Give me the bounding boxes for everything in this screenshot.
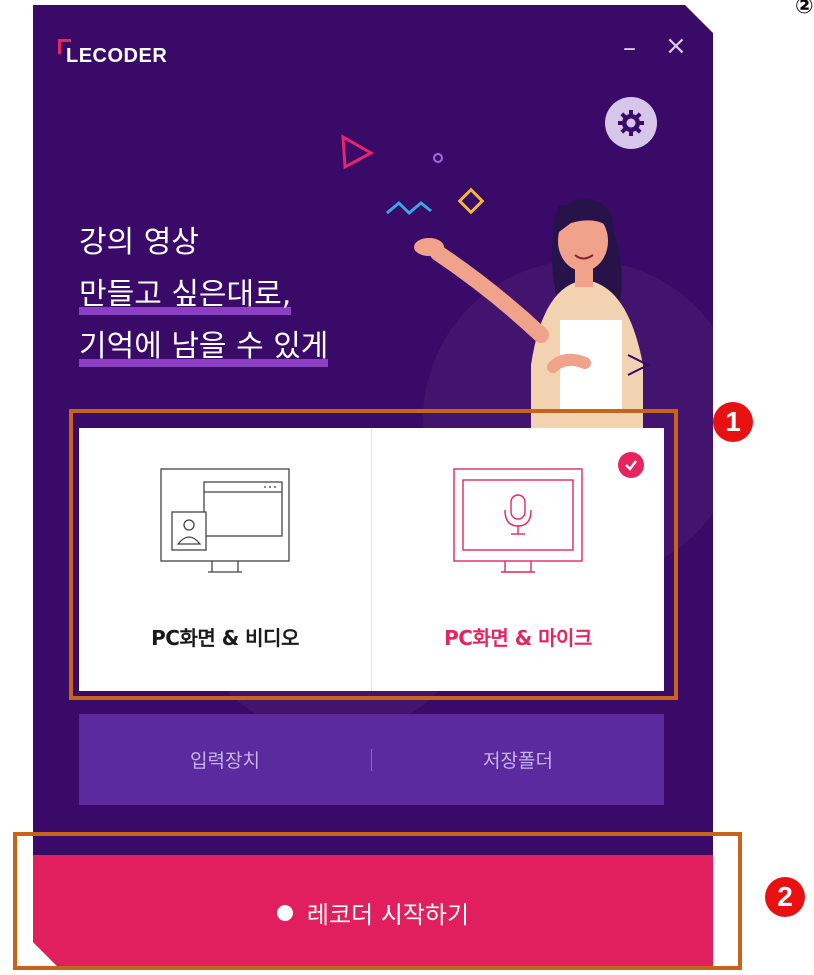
raised-arm [430, 245, 549, 343]
minimize-button[interactable]: – [623, 35, 636, 61]
save-folder-button[interactable]: 저장폴더 [372, 746, 664, 773]
headline-line-1: 강의 영상 [79, 225, 199, 260]
open-hand [414, 238, 444, 256]
zigzag-shape [386, 200, 432, 216]
presenter-illustration [341, 134, 651, 435]
close-button[interactable]: × [665, 33, 687, 59]
input-device-button[interactable]: 입력장치 [79, 746, 371, 773]
options-bar: 입력장치 저장폴더 [79, 714, 664, 805]
headline-line-3: 기억에 남을 수 있게 [79, 321, 329, 373]
close-icon: × [665, 31, 687, 61]
annotation-badge-2: 2 [765, 877, 805, 917]
diamond-shape [457, 187, 485, 215]
circle-shape [433, 153, 443, 163]
lecoder-logo: LECODER [58, 39, 168, 68]
logo-mark [58, 39, 71, 54]
triangle-shape [341, 134, 375, 170]
annotation-box-1 [69, 409, 678, 700]
headline-line-2: 만들고 싶은대로, [79, 269, 292, 321]
annotation-box-2 [13, 832, 742, 970]
minimize-icon: – [623, 33, 636, 63]
annotation-badge-1: 1 [713, 402, 753, 442]
annotation-corner-glyph: ② [795, 0, 814, 19]
logo-text: LECODER [66, 45, 168, 67]
headline: 강의 영상 만들고 싶은대로, 기억에 남을 수 있게 [79, 217, 329, 373]
